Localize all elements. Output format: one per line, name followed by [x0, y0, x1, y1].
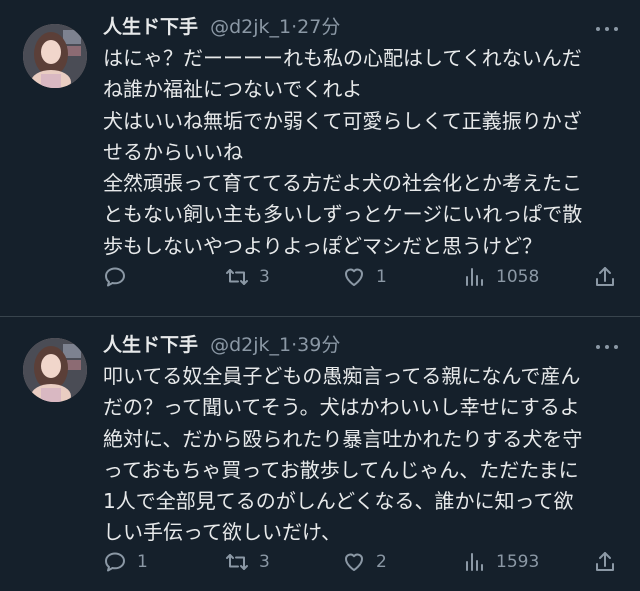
avatar[interactable]: [23, 338, 87, 402]
views-button[interactable]: 1593: [462, 547, 539, 577]
reply-icon: [105, 552, 125, 572]
reply-button[interactable]: [103, 262, 137, 292]
more-options-icon[interactable]: [596, 26, 618, 32]
share-icon: [596, 267, 614, 286]
action-bar: 3 1 1058: [103, 262, 623, 292]
tweet-text-line: はにゃ？だーーーーれも私の心配はしてくれないんだ: [103, 46, 582, 70]
view-count: 1058: [496, 267, 540, 287]
share-button[interactable]: [593, 547, 617, 577]
action-bar: 1 3 2 1593: [103, 547, 623, 577]
retweet-icon: [226, 269, 248, 285]
heart-icon: [345, 553, 363, 571]
tweet-text: 叩いてる奴全員子どもの愚痴言ってる親になんで産ん だの？って聞いてそう。犬はかわ…: [103, 361, 623, 549]
like-count: 1: [376, 267, 387, 287]
tweet-header: 人生ド下手 @d2jk_1·39分: [103, 331, 340, 359]
timestamp[interactable]: 27分: [297, 16, 340, 38]
like-button[interactable]: 2: [342, 547, 387, 577]
tweet-text-line: 歩もしないやつよりよっぽどマシだと思うけど？: [103, 233, 542, 258]
views-chart-icon: [466, 268, 483, 286]
views-button[interactable]: 1058: [462, 262, 539, 292]
retweet-button[interactable]: 3: [225, 262, 270, 292]
tweet-text: はにゃ？だーーーーれも私の心配はしてくれないんだ ね誰か福祉につないでくれよ 犬…: [103, 43, 623, 262]
user-handle[interactable]: @d2jk_1: [210, 16, 291, 38]
retweet-count: 3: [259, 267, 270, 287]
reply-count: 1: [137, 552, 148, 572]
reply-icon: [105, 267, 125, 287]
reply-button[interactable]: 1: [103, 547, 148, 577]
avatar-photo: [23, 338, 87, 402]
retweet-icon: [226, 554, 248, 570]
tweet-text-line: だの？って聞いてそう。犬はかわいいし幸せにするよ: [103, 395, 580, 420]
timestamp[interactable]: 39分: [297, 334, 340, 356]
tweet-text-line: ともない飼い主も多いしずっとケージにいれっぱで散: [103, 202, 583, 227]
user-handle[interactable]: @d2jk_1: [210, 334, 291, 356]
retweet-button[interactable]: 3: [225, 547, 270, 577]
avatar-photo: [23, 24, 87, 88]
display-name[interactable]: 人生ド下手: [103, 334, 198, 356]
more-options-icon[interactable]: [596, 344, 618, 350]
view-count: 1593: [496, 552, 540, 572]
tweet-text-line: 叩いてる奴全員子どもの愚痴言ってる親になんで産ん: [103, 364, 581, 388]
share-button[interactable]: [593, 262, 617, 292]
retweet-count: 3: [259, 552, 270, 572]
tweet[interactable]: 人生ド下手 @d2jk_1·39分 叩いてる奴全員子どもの愚痴言ってる親になんで…: [0, 317, 640, 591]
like-button[interactable]: 1: [342, 262, 387, 292]
display-name[interactable]: 人生ド下手: [103, 16, 198, 38]
tweet[interactable]: 人生ド下手 @d2jk_1·27分 はにゃ？だーーーーれも私の心配はしてくれない…: [0, 0, 640, 316]
tweet-text-line: せるからいいね: [103, 139, 243, 164]
tweet-text-line: しい手伝って欲しいだけ、: [103, 520, 341, 545]
tweet-text-line: っておもちゃ買ってお散歩してんじゃん、ただたまに: [103, 457, 579, 482]
tweet-text-line: 犬はいいね無垢でか弱くて可愛らしくて正義振りかざ: [103, 108, 582, 133]
tweet-header: 人生ド下手 @d2jk_1·27分: [103, 13, 340, 41]
tweet-text-line: 絶対に、だから殴られたり暴言吐かれたりする犬を守: [103, 426, 583, 451]
tweet-text-line: ね誰か福祉につないでくれよ: [103, 77, 363, 102]
share-icon: [596, 552, 614, 571]
tweet-text-line: 1人で全部見てるのがしんどくなる、誰かに知って欲: [103, 489, 574, 514]
like-count: 2: [376, 552, 387, 572]
tweet-text-line: 全然頑張って育ててる方だよ犬の社会化とか考えたこ: [103, 171, 582, 196]
views-chart-icon: [466, 553, 483, 571]
avatar[interactable]: [23, 24, 87, 88]
heart-icon: [345, 268, 363, 286]
